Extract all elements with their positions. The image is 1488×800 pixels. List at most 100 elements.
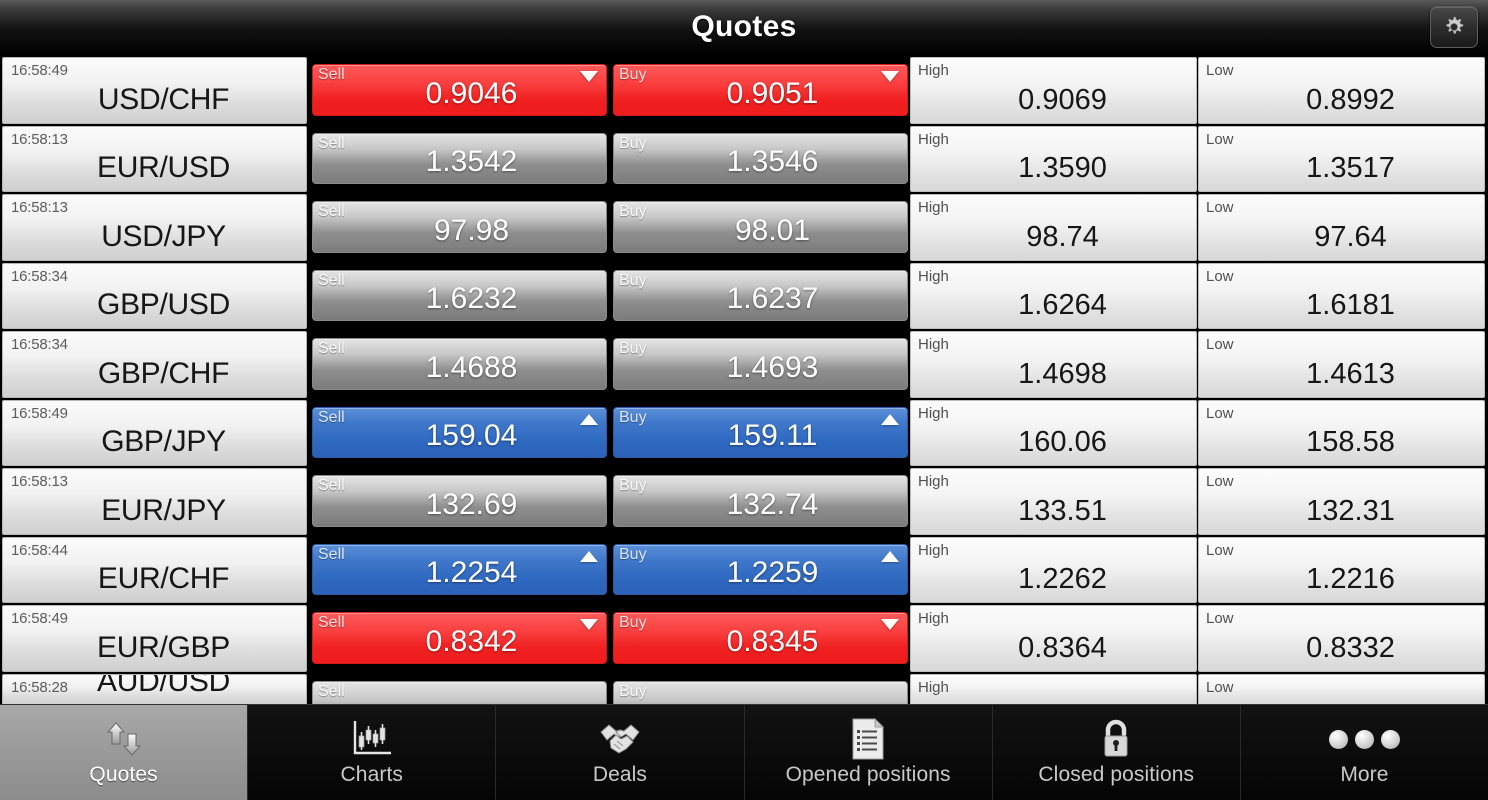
low-label: Low bbox=[1206, 199, 1234, 216]
high-cell: High 1.2262 bbox=[910, 536, 1197, 603]
buy-price: 1.3546 bbox=[726, 145, 819, 178]
buy-price: 1.6237 bbox=[726, 282, 819, 315]
sell-cell[interactable]: Sell 132.69 bbox=[312, 475, 607, 527]
low-cell: Low bbox=[1198, 673, 1485, 704]
quote-time: 16:58:49 bbox=[11, 610, 68, 627]
high-cell: High 1.4698 bbox=[910, 331, 1197, 398]
arrow-down-icon bbox=[881, 619, 899, 630]
high-value: 1.4698 bbox=[1018, 357, 1107, 390]
tab-closed-positions[interactable]: Closed positions bbox=[992, 705, 1241, 800]
high-value: 1.3590 bbox=[1018, 152, 1107, 184]
sell-cell[interactable]: Sell 0.8342 bbox=[312, 612, 607, 664]
sell-cell[interactable]: Sell 1.2254 bbox=[312, 543, 607, 595]
arrow-down-icon bbox=[881, 71, 899, 82]
tab-deals[interactable]: Deals bbox=[496, 705, 745, 800]
low-cell: Low 158.58 bbox=[1198, 399, 1485, 466]
quote-time: 16:58:49 bbox=[11, 404, 68, 422]
buy-cell[interactable]: Buy 132.74 bbox=[613, 475, 908, 527]
low-value: 0.8332 bbox=[1306, 631, 1395, 664]
high-value: 1.6264 bbox=[1018, 289, 1107, 321]
low-cell: Low 0.8332 bbox=[1198, 605, 1485, 672]
quote-row[interactable]: 16:58:49 GBP/JPY Sell 159.04 Buy 159.11 High 16… bbox=[2, 399, 1486, 468]
tab-label: Opened positions bbox=[785, 763, 951, 786]
high-cell: High 0.9069 bbox=[910, 57, 1197, 124]
sell-cell[interactable]: Sell 1.3542 bbox=[312, 132, 607, 184]
high-label: High bbox=[918, 473, 949, 490]
tab-opened-positions[interactable]: Opened positions bbox=[744, 705, 993, 800]
symbol-cell[interactable]: 16:58:28 AUD/USD bbox=[2, 673, 307, 704]
low-label: Low bbox=[1206, 610, 1234, 627]
arrow-down-icon bbox=[580, 71, 598, 82]
sell-price: 1.6232 bbox=[425, 282, 518, 315]
low-label: Low bbox=[1206, 267, 1234, 285]
symbol-cell[interactable]: 16:58:34 GBP/USD bbox=[2, 262, 307, 329]
lock-icon bbox=[1097, 718, 1135, 760]
buy-cell[interactable]: Buy 159.11 bbox=[613, 406, 908, 458]
sell-cell[interactable]: Sell bbox=[312, 680, 607, 704]
low-value: 1.6181 bbox=[1306, 289, 1395, 321]
high-value: 0.9069 bbox=[1018, 83, 1107, 116]
high-cell: High bbox=[910, 673, 1197, 704]
sell-cell[interactable]: Sell 0.9046 bbox=[312, 64, 607, 116]
high-label: High bbox=[918, 404, 949, 422]
currency-pair: USD/CHF bbox=[97, 82, 230, 116]
buy-cell[interactable]: Buy 0.9051 bbox=[613, 64, 908, 116]
sell-cell[interactable]: Sell 97.98 bbox=[312, 201, 607, 253]
low-value: 132.31 bbox=[1306, 494, 1395, 527]
quote-row[interactable]: 16:58:28 AUD/USD Sell Buy High Low bbox=[2, 673, 1486, 704]
quote-row[interactable]: 16:58:49 EUR/GBP Sell 0.8342 Buy 0.8345 High 0.… bbox=[2, 604, 1486, 673]
symbol-cell[interactable]: 16:58:44 EUR/CHF bbox=[2, 536, 307, 603]
symbol-cell[interactable]: 16:58:49 EUR/GBP bbox=[2, 605, 307, 672]
quotes-list[interactable]: 16:58:49 USD/CHF Sell 0.9046 Buy 0.9051 High 0.… bbox=[0, 56, 1488, 704]
low-value: 1.3517 bbox=[1306, 152, 1395, 184]
buy-cell[interactable]: Buy 98.01 bbox=[613, 201, 908, 253]
sell-cell[interactable]: Sell 1.4688 bbox=[312, 338, 607, 390]
high-label: High bbox=[918, 610, 949, 627]
arrow-up-icon bbox=[881, 413, 899, 425]
buy-cell[interactable]: Buy bbox=[613, 680, 908, 704]
quote-row[interactable]: 16:58:13 EUR/JPY Sell 132.69 Buy 132.74 High 13… bbox=[2, 467, 1486, 536]
tab-charts[interactable]: Charts bbox=[248, 705, 497, 800]
quote-row[interactable]: 16:58:44 EUR/CHF Sell 1.2254 Buy 1.2259 High 1.… bbox=[2, 536, 1486, 605]
settings-button[interactable] bbox=[1430, 6, 1478, 48]
buy-price: 159.11 bbox=[727, 419, 818, 452]
buy-cell[interactable]: Buy 0.8345 bbox=[613, 612, 908, 664]
candlestick-chart-icon bbox=[350, 718, 394, 760]
buy-cell[interactable]: Buy 1.6237 bbox=[613, 269, 908, 321]
low-label: Low bbox=[1206, 62, 1234, 79]
sell-cell[interactable]: Sell 1.6232 bbox=[312, 269, 607, 321]
buy-cell[interactable]: Buy 1.4693 bbox=[613, 338, 908, 390]
symbol-cell[interactable]: 16:58:49 GBP/JPY bbox=[2, 399, 307, 466]
quote-row[interactable]: 16:58:13 EUR/USD Sell 1.3542 Buy 1.3546 High 1.… bbox=[2, 125, 1486, 194]
high-cell: High 0.8364 bbox=[910, 605, 1197, 672]
low-value: 0.8992 bbox=[1306, 83, 1395, 116]
low-cell: Low 1.3517 bbox=[1198, 125, 1485, 192]
symbol-cell[interactable]: 16:58:13 USD/JPY bbox=[2, 194, 307, 261]
buy-cell[interactable]: Buy 1.2259 bbox=[613, 543, 908, 595]
tab-more[interactable]: More bbox=[1240, 705, 1488, 800]
symbol-cell[interactable]: 16:58:13 EUR/USD bbox=[2, 125, 307, 192]
buy-label: Buy bbox=[619, 682, 647, 700]
currency-pair: EUR/CHF bbox=[97, 562, 230, 595]
high-value: 1.2262 bbox=[1018, 563, 1107, 595]
sell-price: 1.3542 bbox=[425, 145, 518, 178]
buy-price: 0.9051 bbox=[726, 76, 819, 110]
quote-row[interactable]: 16:58:49 USD/CHF Sell 0.9046 Buy 0.9051 High 0.… bbox=[2, 56, 1486, 125]
currency-pair: EUR/GBP bbox=[97, 630, 230, 664]
buy-price: 1.2259 bbox=[726, 556, 819, 589]
quote-time: 16:58:13 bbox=[11, 130, 68, 148]
quote-row[interactable]: 16:58:34 GBP/USD Sell 1.6232 Buy 1.6237 High 1.… bbox=[2, 262, 1486, 331]
quote-row[interactable]: 16:58:13 USD/JPY Sell 97.98 Buy 98.01 High 98.7… bbox=[2, 193, 1486, 262]
tab-quotes[interactable]: Quotes bbox=[0, 705, 249, 800]
buy-cell[interactable]: Buy 1.3546 bbox=[613, 132, 908, 184]
currency-pair: AUD/USD bbox=[97, 673, 230, 698]
quote-row[interactable]: 16:58:34 GBP/CHF Sell 1.4688 Buy 1.4693 High 1.… bbox=[2, 330, 1486, 399]
low-label: Low bbox=[1206, 404, 1234, 422]
sell-cell[interactable]: Sell 159.04 bbox=[312, 406, 607, 458]
symbol-cell[interactable]: 16:58:34 GBP/CHF bbox=[2, 331, 307, 398]
sell-price: 97.98 bbox=[433, 213, 510, 247]
symbol-cell[interactable]: 16:58:49 USD/CHF bbox=[2, 57, 307, 124]
currency-pair: GBP/CHF bbox=[97, 356, 230, 390]
low-label: Low bbox=[1206, 130, 1234, 148]
symbol-cell[interactable]: 16:58:13 EUR/JPY bbox=[2, 468, 307, 535]
